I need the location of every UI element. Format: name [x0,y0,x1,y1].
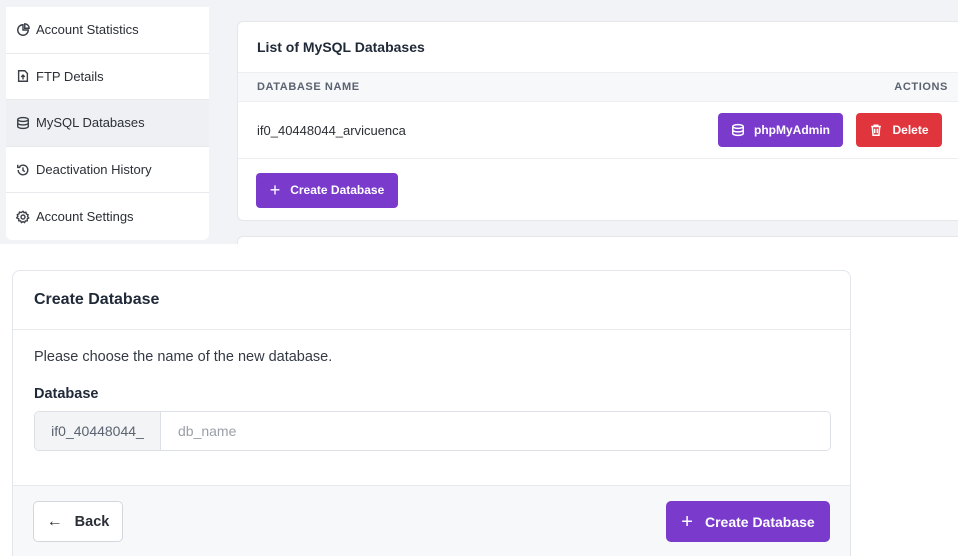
pie-chart-icon [17,22,30,36]
table-row: if0_40448044_arvicuenca phpMyAdmin Delet… [238,102,958,159]
sidebar-item-deactivation-history[interactable]: Deactivation History [6,147,209,194]
database-name-input[interactable] [161,412,830,450]
row-actions: phpMyAdmin Delete [718,113,942,147]
sidebar-item-account-statistics[interactable]: Account Statistics [6,7,209,54]
database-name: if0_40448044_arvicuenca [257,122,406,138]
sidebar-item-ftp-details[interactable]: FTP Details [6,54,209,101]
database-field-label: Database [34,386,99,402]
database-list-footer: + Create Database [238,159,958,221]
submit-create-database-button[interactable]: + Create Database [666,501,830,542]
arrow-left-icon: ← [46,512,63,530]
column-header-actions: ACTIONS [894,81,948,93]
database-prefix: if0_40448044_ [35,412,161,450]
submit-create-database-label: Create Database [704,513,815,530]
sidebar: Account Statistics FTP Details MySQL Dat… [6,7,209,240]
delete-button[interactable]: Delete [856,113,942,147]
database-icon [17,116,29,130]
panel-description: Please choose the name of the new databa… [34,349,333,365]
phpmyadmin-label: phpMyAdmin [754,123,830,137]
sidebar-item-mysql-databases[interactable]: MySQL Databases [6,100,209,147]
panel-footer: ← Back + Create Database [13,485,850,556]
history-icon [17,164,29,176]
gear-icon [16,210,30,224]
trash-icon [871,124,882,136]
database-list-card: List of MySQL Databases DATABASE NAME AC… [237,21,958,221]
database-input-group: if0_40448044_ [34,411,831,451]
sidebar-item-label: Deactivation History [36,162,152,178]
table-header: DATABASE NAME ACTIONS [238,72,958,102]
create-database-label: Create Database [290,183,385,197]
account-panel: Account Statistics FTP Details MySQL Dat… [0,0,958,244]
file-upload-icon [17,70,29,83]
panel-title: Create Database [13,271,850,330]
database-list-title: List of MySQL Databases [257,39,425,55]
column-header-database-name: DATABASE NAME [257,81,360,93]
sidebar-item-label: MySQL Databases [36,115,145,131]
create-database-panel: Create Database Please choose the name o… [12,270,851,556]
next-card-edge [237,236,958,244]
sidebar-item-account-settings[interactable]: Account Settings [6,193,209,240]
back-button[interactable]: ← Back [33,501,123,542]
delete-label: Delete [892,123,929,137]
database-icon [732,123,744,137]
panel-body: Please choose the name of the new databa… [13,330,850,485]
phpmyadmin-button[interactable]: phpMyAdmin [718,113,843,147]
create-database-button[interactable]: + Create Database [256,172,398,208]
sidebar-item-label: FTP Details [36,68,104,84]
sidebar-item-label: Account Statistics [36,22,139,38]
sidebar-item-label: Account Settings [36,209,134,225]
back-label: Back [74,513,110,530]
plus-icon: + [269,180,281,200]
plus-icon: + [681,510,693,533]
